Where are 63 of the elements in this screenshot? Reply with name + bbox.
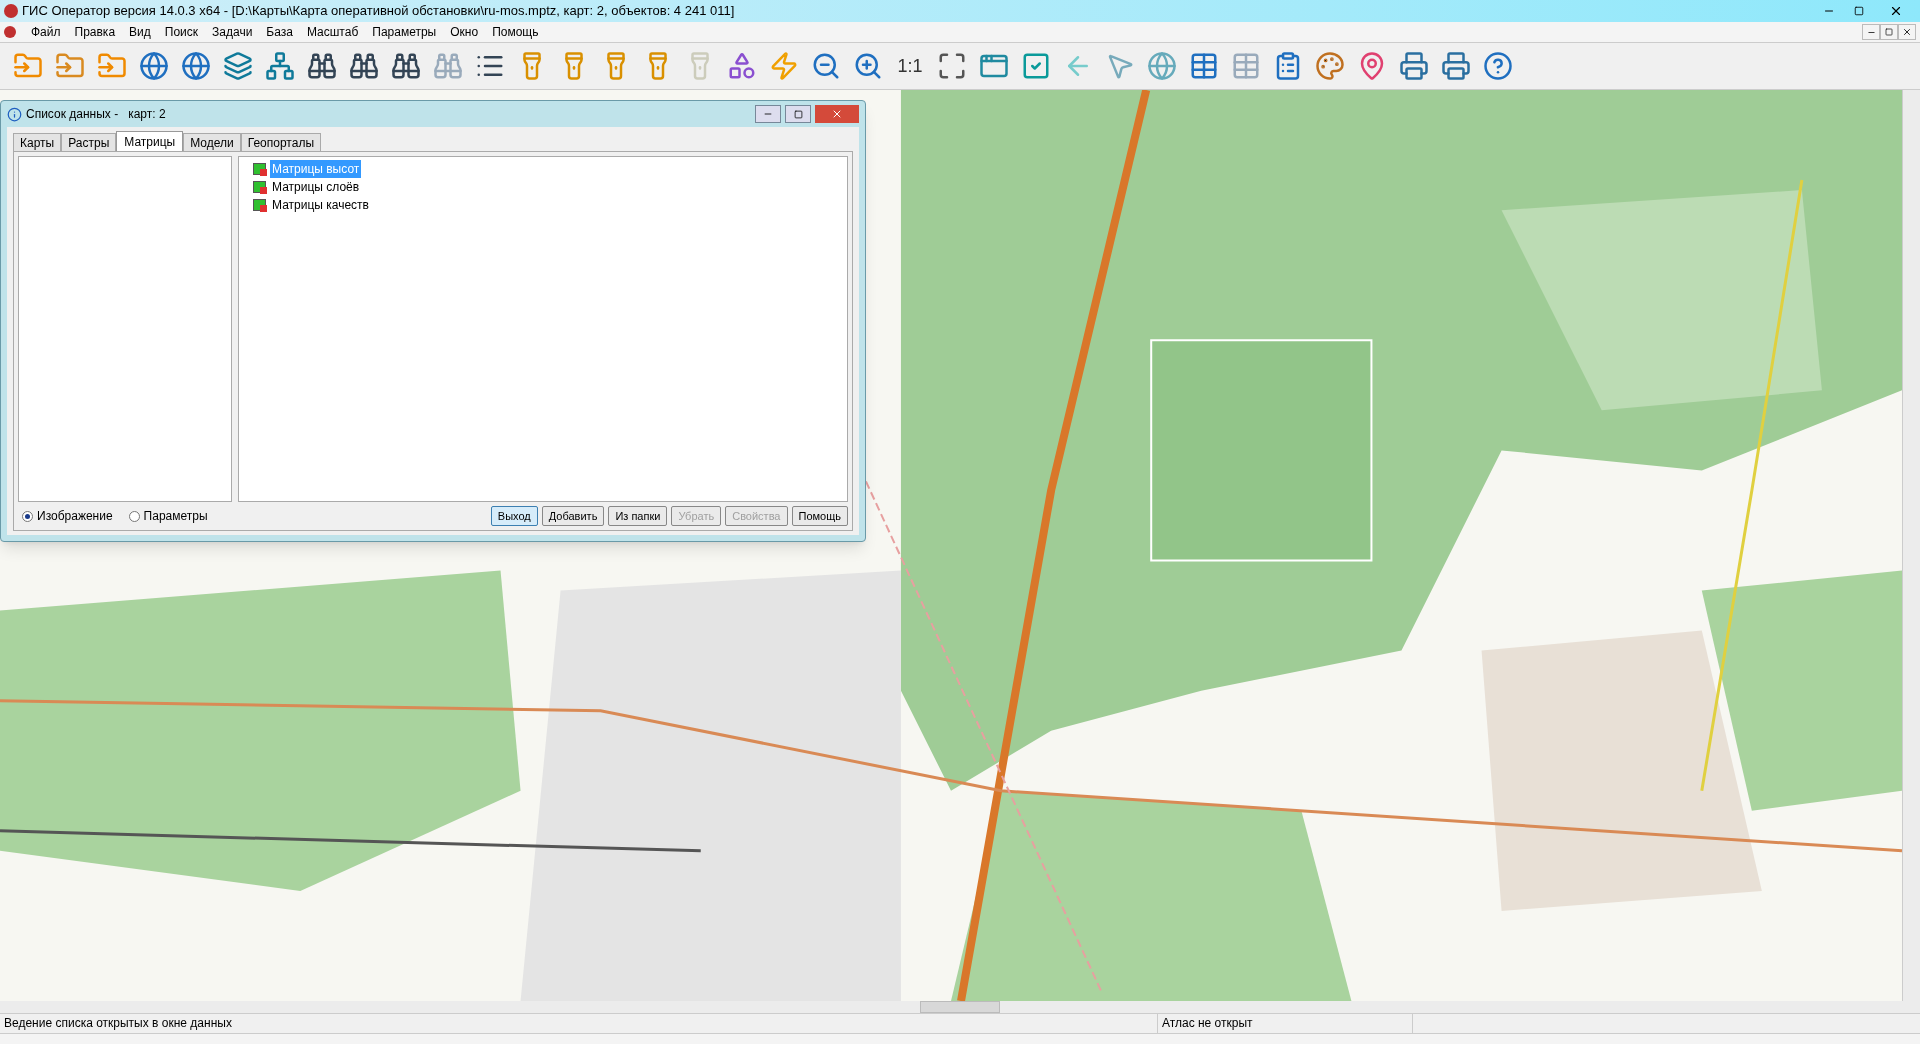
minimize-button[interactable] bbox=[755, 105, 781, 123]
tab[interactable]: Модели bbox=[183, 133, 241, 151]
radio-option[interactable]: Параметры bbox=[128, 507, 208, 525]
menu-item[interactable]: Файл bbox=[24, 23, 68, 41]
app-icon bbox=[4, 26, 16, 38]
menu-item[interactable]: Параметры bbox=[365, 23, 444, 41]
globe-icon bbox=[181, 51, 211, 81]
close-icon bbox=[1902, 27, 1912, 37]
zoom-out-icon bbox=[811, 51, 841, 81]
checkmark-icon bbox=[1021, 51, 1051, 81]
info-icon bbox=[7, 106, 22, 122]
menu-item[interactable]: Вид bbox=[122, 23, 158, 41]
zoom-in-icon bbox=[853, 51, 883, 81]
menu-item[interactable]: Правка bbox=[67, 23, 123, 41]
dialog-button[interactable]: Выход bbox=[490, 506, 538, 526]
globe-icon bbox=[1147, 51, 1177, 81]
maximize-button[interactable] bbox=[785, 105, 811, 123]
binoculars-icon bbox=[349, 51, 379, 81]
tree-item[interactable]: Матрицы слоёв bbox=[270, 178, 362, 196]
matrix-icon bbox=[253, 163, 266, 175]
menu-item[interactable]: Поиск bbox=[157, 23, 206, 41]
dialog-button[interactable]: Из папки bbox=[608, 506, 668, 526]
table-icon bbox=[1231, 51, 1261, 81]
menu-item[interactable]: Масштаб bbox=[299, 23, 366, 41]
close-icon bbox=[831, 108, 843, 120]
menu-item[interactable]: Помощь bbox=[485, 23, 546, 41]
tab[interactable]: Растры bbox=[61, 133, 117, 151]
minimize-button[interactable] bbox=[1862, 24, 1880, 40]
matrix-icon bbox=[253, 199, 266, 211]
matrix-icon bbox=[253, 181, 266, 193]
dialog-button[interactable]: Добавить bbox=[541, 506, 605, 526]
printer-icon bbox=[1441, 51, 1471, 81]
radio-option[interactable]: Изображение bbox=[22, 507, 113, 525]
globe-icon bbox=[139, 51, 169, 81]
tab[interactable]: Матрицы bbox=[116, 131, 184, 151]
dialog-title: Список данных - карт: 2 bbox=[26, 106, 166, 123]
menu-item[interactable]: Задачи bbox=[205, 23, 260, 41]
tab[interactable]: Геопорталы bbox=[240, 133, 322, 151]
maximize-icon bbox=[793, 109, 803, 119]
restore-icon bbox=[1885, 28, 1893, 36]
binoculars-icon bbox=[433, 51, 463, 81]
window-title: ГИС Оператор версия 14.0.3 x64 - [D:\Карты\Карта оперативной обстановки\ru-mos.mptz, карт: 2, объектов: 4 241 011] bbox=[22, 2, 735, 21]
table-icon bbox=[1189, 51, 1219, 81]
binoculars-icon bbox=[391, 51, 421, 81]
tree-icon bbox=[265, 51, 295, 81]
dialog-button[interactable]: Помощь bbox=[791, 506, 848, 526]
close-icon bbox=[1889, 4, 1903, 18]
menu-item[interactable]: Окно bbox=[443, 23, 486, 41]
palette-icon bbox=[1315, 51, 1345, 81]
app-icon bbox=[4, 4, 18, 18]
maximize-icon bbox=[1854, 6, 1864, 16]
close-button[interactable] bbox=[1898, 24, 1916, 40]
shapes-icon bbox=[727, 51, 757, 81]
lightning-icon bbox=[769, 51, 799, 81]
help-icon bbox=[1483, 51, 1513, 81]
tab[interactable]: Карты bbox=[13, 133, 62, 151]
menu-item[interactable]: База bbox=[259, 23, 300, 41]
tree-item[interactable]: Матрицы качеств bbox=[270, 196, 371, 214]
layers-icon bbox=[223, 51, 253, 81]
printer-icon bbox=[1399, 51, 1429, 81]
frame-icon bbox=[937, 51, 967, 81]
binoculars-icon bbox=[307, 51, 337, 81]
scale-button[interactable]: 1:1 bbox=[890, 46, 930, 86]
